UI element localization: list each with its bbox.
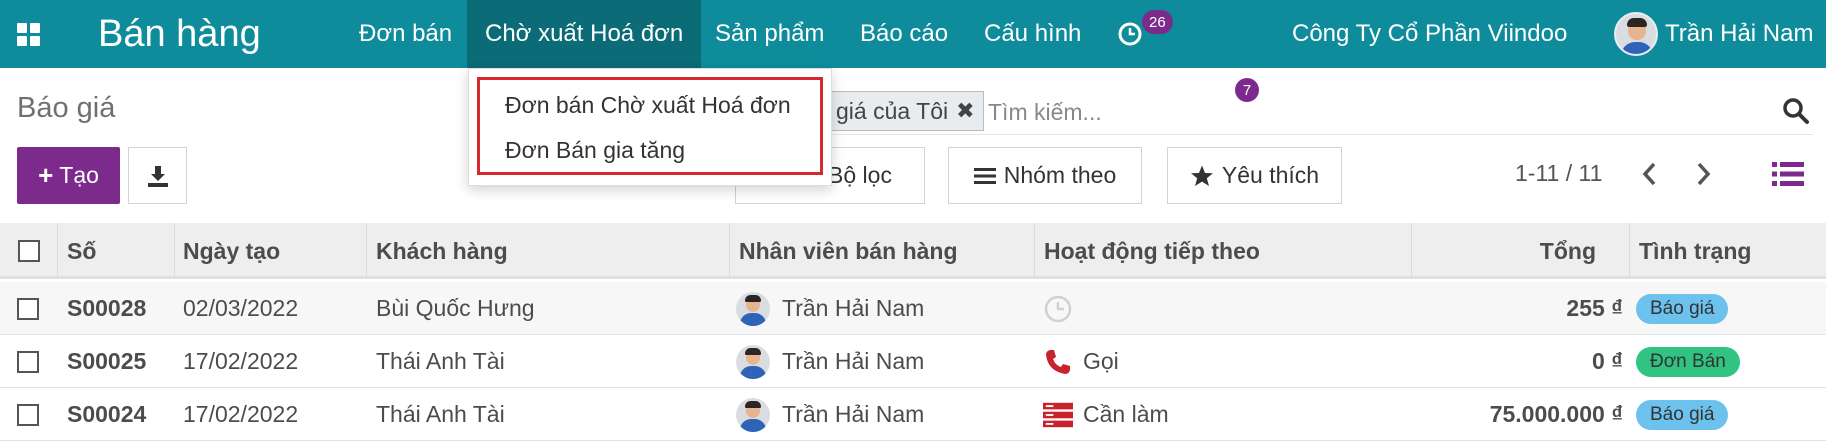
status-cell: Báo giá — [1636, 388, 1729, 441]
pager-previous-button[interactable] — [1637, 158, 1663, 190]
star-icon — [1190, 164, 1214, 188]
page-title[interactable]: Báo giá — [17, 92, 115, 125]
salesperson-cell: Trần Hải Nam — [736, 335, 924, 388]
group-by-label: Nhóm theo — [1003, 162, 1117, 188]
pager-value[interactable]: 1-11 / 11 — [1515, 160, 1602, 187]
order-total: 75.000.000 ₫ — [1489, 401, 1623, 427]
clock-icon[interactable] — [1043, 294, 1073, 324]
order-date: 17/02/2022 — [183, 401, 299, 427]
group-by-button[interactable]: Nhóm theo — [948, 147, 1142, 204]
status-badge: Báo giá — [1636, 293, 1729, 324]
order-total: 0 ₫ — [1592, 348, 1623, 374]
column-salesperson[interactable]: Nhân viên bán hàng — [730, 223, 1035, 279]
plus-icon: + — [38, 160, 54, 190]
column-total[interactable]: Tổng — [1412, 223, 1630, 279]
phone-icon[interactable] — [1043, 347, 1073, 377]
list-view-button[interactable] — [1772, 160, 1804, 188]
create-button-label: Tạo — [59, 162, 99, 188]
customer-name: Bùi Quốc Hưng — [376, 295, 535, 321]
menu-configuration[interactable]: Cấu hình — [966, 0, 1099, 68]
salesperson-avatar[interactable] — [736, 291, 770, 326]
order-date: 17/02/2022 — [183, 348, 299, 374]
select-all-cell — [0, 223, 58, 279]
row-checkbox[interactable] — [17, 350, 39, 373]
table-row[interactable]: S00024 17/02/2022 Thái Anh Tài Trần Hải … — [0, 388, 1826, 441]
search-button[interactable] — [1781, 96, 1811, 126]
salesperson-name: Trần Hải Nam — [782, 401, 925, 427]
user-menu[interactable]: Trần Hải Nam — [1665, 0, 1813, 68]
column-date[interactable]: Ngày tạo — [175, 223, 367, 279]
chevron-right-icon — [1697, 162, 1711, 186]
menu-sales-orders[interactable]: Đơn bán — [341, 0, 470, 68]
create-button[interactable]: + Tạo — [17, 147, 120, 204]
menu-reporting[interactable]: Báo cáo — [842, 0, 966, 68]
apps-menu-icon[interactable] — [17, 0, 43, 68]
search-input[interactable] — [988, 91, 1768, 133]
row-checkbox-cell — [17, 388, 39, 441]
column-next-activity[interactable]: Hoạt động tiếp theo — [1035, 223, 1412, 279]
company-switcher[interactable]: Công Ty Cổ Phần Viindoo — [1292, 0, 1567, 68]
to-invoice-dropdown: Đơn bán Chờ xuất Hoá đơn Đơn Bán gia tăn… — [468, 68, 832, 186]
status-badge: Đơn Bán — [1636, 346, 1740, 377]
table-row[interactable]: S00028 02/03/2022 Bùi Quốc Hưng Trần Hải… — [0, 282, 1826, 335]
chevron-left-icon — [1642, 162, 1656, 186]
column-customer[interactable]: Khách hàng — [367, 223, 730, 279]
facet-remove-icon[interactable]: ✖ — [956, 98, 974, 124]
export-button[interactable] — [128, 147, 187, 204]
app-brand[interactable]: Bán hàng — [98, 0, 261, 68]
status-cell: Báo giá — [1636, 282, 1729, 335]
status-cell: Đơn Bán — [1636, 335, 1740, 388]
dropdown-item-orders-to-upsell[interactable]: Đơn Bán gia tăng — [505, 137, 685, 164]
activities-count-badge: 26 — [1142, 10, 1173, 34]
search-facet[interactable]: giá của Tôi ✖ — [826, 91, 984, 131]
salesperson-name: Trần Hải Nam — [782, 295, 925, 321]
user-avatar[interactable] — [1614, 0, 1658, 68]
activity-label: Gọi — [1083, 348, 1119, 374]
customer-name: Thái Anh Tài — [376, 401, 505, 427]
salesperson-avatar[interactable] — [736, 344, 770, 379]
row-checkbox-cell — [17, 282, 39, 335]
table-row[interactable]: S00025 17/02/2022 Thái Anh Tài Trần Hải … — [0, 335, 1826, 388]
activity-cell[interactable] — [1043, 282, 1083, 335]
download-icon — [147, 165, 168, 187]
search-icon — [1783, 98, 1809, 124]
activity-label: Cần làm — [1083, 401, 1169, 427]
filter-button-label: Bộ lọc — [828, 162, 892, 188]
bars-icon — [973, 166, 996, 186]
main-navbar: Bán hàng Đơn bán Chờ xuất Hoá đơn Sản ph… — [0, 0, 1826, 116]
pager-next-button[interactable] — [1690, 158, 1716, 190]
list-icon — [1772, 162, 1804, 186]
activity-clock-icon — [1118, 22, 1142, 46]
order-total: 255 ₫ — [1566, 295, 1623, 321]
row-checkbox-cell — [17, 335, 39, 388]
order-number: S00024 — [67, 401, 147, 427]
column-status[interactable]: Tình trạng — [1630, 223, 1826, 279]
order-number: S00025 — [67, 348, 147, 374]
salesperson-name: Trần Hải Nam — [782, 348, 925, 374]
dropdown-item-orders-to-invoice[interactable]: Đơn bán Chờ xuất Hoá đơn — [505, 92, 791, 119]
favorites-button[interactable]: Yêu thích — [1167, 147, 1342, 204]
todo-icon[interactable] — [1043, 400, 1073, 430]
table-header: Số Ngày tạo Khách hàng Nhân viên bán hàn… — [0, 223, 1826, 279]
order-number: S00028 — [67, 295, 147, 321]
search-facet-label: giá của Tôi — [836, 97, 949, 124]
favorites-label: Yêu thích — [1221, 162, 1320, 188]
search-underline — [735, 134, 1813, 135]
activities-button[interactable]: 26 — [1116, 0, 1176, 68]
row-checkbox[interactable] — [17, 297, 39, 320]
activity-cell[interactable]: Gọi — [1043, 335, 1119, 388]
menu-products[interactable]: Sản phẩm — [697, 0, 842, 68]
column-number[interactable]: Số — [58, 223, 175, 279]
status-badge: Báo giá — [1636, 399, 1729, 430]
row-checkbox[interactable] — [17, 403, 39, 426]
salesperson-cell: Trần Hải Nam — [736, 388, 924, 441]
customer-name: Thái Anh Tài — [376, 348, 505, 374]
menu-to-invoice[interactable]: Chờ xuất Hoá đơn — [467, 0, 702, 68]
salesperson-cell: Trần Hải Nam — [736, 282, 924, 335]
order-date: 02/03/2022 — [183, 295, 299, 321]
select-all-checkbox[interactable] — [17, 240, 40, 262]
salesperson-avatar[interactable] — [736, 397, 770, 432]
activity-cell[interactable]: Cần làm — [1043, 388, 1169, 441]
